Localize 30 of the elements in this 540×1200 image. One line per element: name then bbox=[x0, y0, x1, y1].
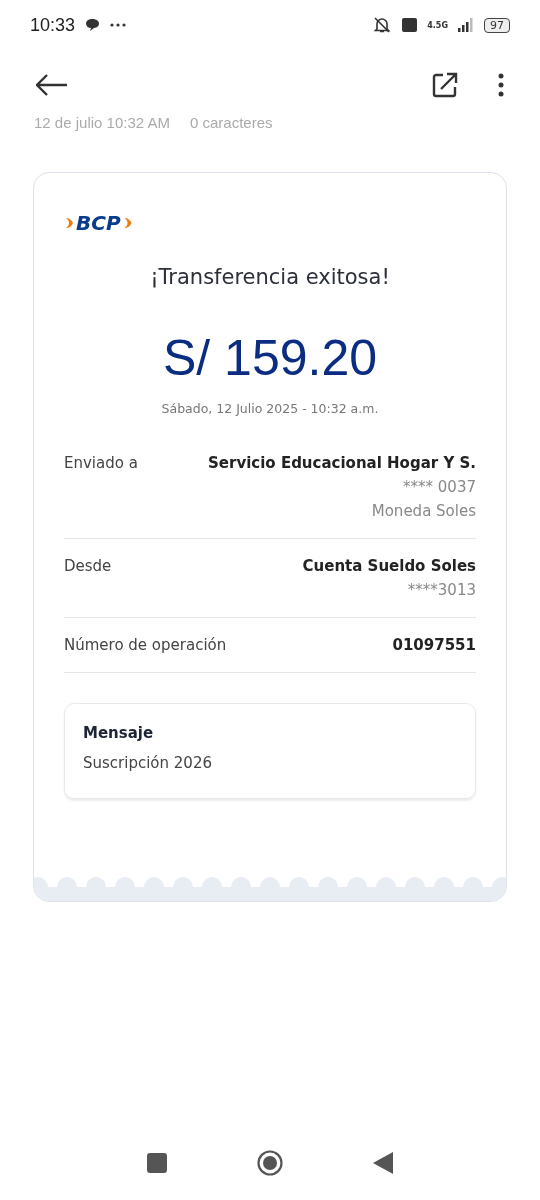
muted-bell-icon bbox=[372, 16, 393, 34]
overflow-menu-icon[interactable] bbox=[498, 73, 504, 97]
detail-label: Enviado a bbox=[64, 454, 138, 474]
detail-value: 01097551 bbox=[392, 636, 476, 654]
chat-icon bbox=[85, 18, 101, 32]
message-text: Suscripción 2026 bbox=[83, 754, 213, 772]
detail-label: Desde bbox=[64, 557, 112, 577]
detail-value: **** 0037 bbox=[403, 478, 476, 496]
detail-value: ****3013 bbox=[407, 581, 476, 599]
status-time: 10:33 bbox=[30, 14, 76, 36]
detail-value: Cuenta Sueldo Soles bbox=[302, 557, 476, 575]
transfer-amount: S/ 159.20 bbox=[161, 329, 379, 387]
share-icon[interactable] bbox=[432, 72, 458, 98]
signal-icon bbox=[458, 18, 474, 32]
success-title: ¡Transferencia exitosa! bbox=[149, 265, 391, 289]
battery-level: 97 bbox=[484, 17, 510, 33]
message-title: Mensaje bbox=[83, 724, 155, 742]
home-button[interactable] bbox=[257, 1150, 283, 1176]
chevron-icon bbox=[64, 216, 75, 230]
character-count: 0 caracteres bbox=[189, 114, 273, 132]
detail-value: Servicio Educacional Hogar Y S. bbox=[208, 454, 476, 472]
note-date: 12 de julio 10:32 AM bbox=[34, 114, 170, 132]
bank-logo: BCP bbox=[76, 211, 121, 235]
transfer-datetime: Sábado, 12 Julio 2025 - 10:32 a.m. bbox=[160, 401, 380, 416]
detail-value: Moneda Soles bbox=[371, 502, 476, 520]
detail-label: Número de operación bbox=[64, 636, 227, 654]
back-icon[interactable] bbox=[36, 74, 68, 96]
more-icon bbox=[110, 23, 127, 27]
back-button[interactable] bbox=[373, 1152, 393, 1174]
network-type: 4.5G bbox=[427, 20, 448, 30]
